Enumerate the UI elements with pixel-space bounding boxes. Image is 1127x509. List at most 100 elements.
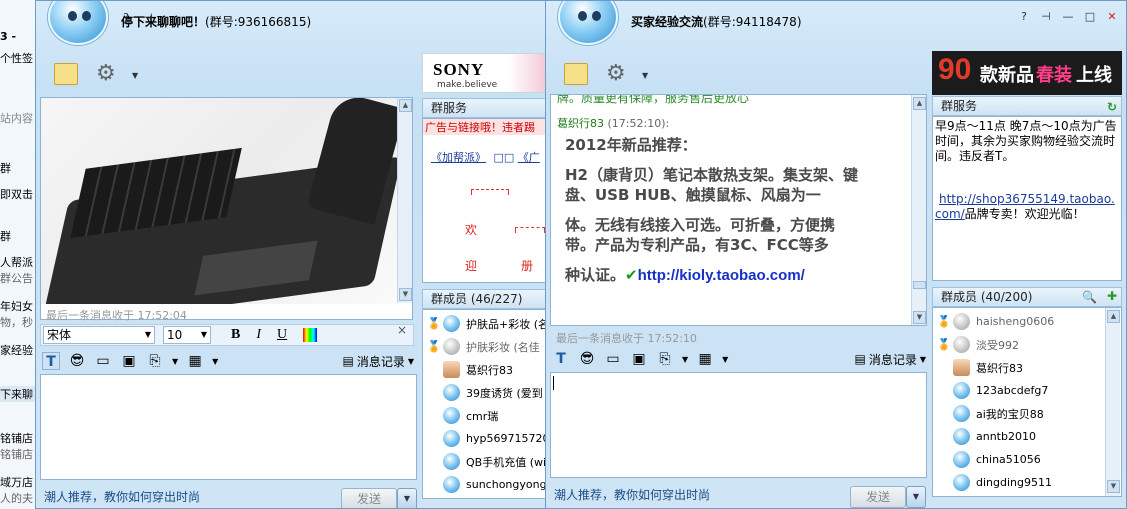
send-button[interactable]: 发送 [341, 488, 397, 508]
add-member-icon[interactable]: ✚ [1107, 287, 1117, 305]
bg-line: 人帮派 [0, 256, 33, 269]
chat-scrollbar[interactable]: ▲ ▼ [911, 95, 926, 325]
close-icon[interactable]: × [397, 323, 407, 337]
color-palette-icon[interactable] [303, 328, 318, 342]
chat-scrollbar[interactable]: ▲ ▼ [397, 98, 412, 303]
member-row[interactable]: 🏅anntb2010 [933, 425, 1121, 448]
emoji-icon[interactable]: 😎 [578, 350, 596, 368]
message-input[interactable] [550, 372, 927, 478]
member-row[interactable]: 🏅 haisheng0606 [933, 310, 1121, 333]
image-icon[interactable]: ▣ [630, 350, 648, 368]
member-name: 葛织行83 [976, 361, 1023, 375]
font-style-icon[interactable]: T [552, 350, 570, 368]
settings-gear-icon[interactable]: ⚙ [96, 63, 120, 85]
sender-name[interactable]: 葛织行83 [557, 117, 604, 130]
member-row[interactable]: 🏅 淡受992 [933, 333, 1121, 356]
scroll-up-icon[interactable]: ▲ [399, 99, 412, 112]
member-scrollbar[interactable]: ▲ ▼ [1105, 308, 1120, 496]
screenshot-icon[interactable]: ▭ [94, 352, 112, 370]
message-line: 种认证。 [565, 266, 626, 284]
group-avatar[interactable] [48, 1, 108, 45]
member-row[interactable]: 🏅葛织行83 [933, 356, 1121, 379]
scroll-up-icon[interactable]: ▲ [1107, 310, 1120, 323]
member-row[interactable]: 🏅china51056 [933, 448, 1121, 471]
emoji-icon[interactable]: 😎 [68, 352, 86, 370]
calendar-icon[interactable]: ▦ [696, 350, 714, 368]
mail-icon[interactable] [564, 63, 588, 85]
member-row[interactable]: 🏅QB手机充值 (wi [423, 450, 545, 473]
member-row[interactable]: 🏅ai我的宝贝88 [933, 402, 1121, 425]
bold-button[interactable]: B [231, 327, 240, 343]
service-panel: 早9点～11点 晚7点～10点为广告时间，其余为买家购物经验交流时间。违反者T。… [932, 116, 1122, 281]
chevron-down-icon[interactable]: ▼ [132, 71, 138, 80]
scroll-up-icon[interactable]: ▲ [913, 97, 926, 110]
member-avatar-icon [443, 315, 460, 332]
background-window: 3 - 个性签 站内容 群 即双击 群 人帮派 群公告 年妇女 物，秒 家经验 … [0, 0, 36, 509]
chat-history[interactable]: ▲ ▼ [40, 97, 413, 320]
underline-button[interactable]: U [277, 327, 287, 343]
scroll-down-icon[interactable]: ▼ [913, 311, 926, 324]
scroll-thumb[interactable] [913, 281, 926, 289]
message-input[interactable] [40, 374, 417, 480]
member-row[interactable]: 🏅sunchongyongl [423, 473, 545, 496]
member-row[interactable]: 🏅123abcdefg7 [933, 379, 1121, 402]
image-icon[interactable]: ▣ [120, 352, 138, 370]
chat-history[interactable]: 牌。质量更有保障，服务售后更放心 葛织行83 (17:52:10): 2012年… [550, 94, 927, 326]
font-family-select[interactable]: 宋体 ▼ [43, 326, 155, 344]
close-icon[interactable]: ✕ [1104, 10, 1120, 24]
ad-banner[interactable]: SONY make.believe [422, 53, 546, 93]
minimize-icon[interactable]: — [1060, 10, 1076, 24]
chevron-down-icon[interactable]: ▼ [212, 357, 218, 366]
mail-icon[interactable] [54, 63, 78, 85]
shake-icon[interactable]: ⎘ [146, 352, 164, 370]
pin-icon[interactable]: ⊣ [140, 11, 156, 25]
send-options-button[interactable]: ▼ [906, 486, 926, 508]
send-button[interactable]: 发送 [850, 486, 906, 508]
shop-link[interactable]: http://kioly.taobao.com/ [638, 267, 805, 284]
member-row[interactable]: 🏅cmr瑞 [423, 404, 545, 427]
member-row[interactable]: 🏅 护肤彩妆 (名佳 [423, 335, 545, 358]
member-row[interactable]: 🏅hyp569715720 [423, 427, 545, 450]
search-icon[interactable]: 🔍 [1082, 288, 1097, 306]
help-icon[interactable]: ? [118, 11, 134, 25]
promo-link[interactable]: 潮人推荐，教你如何穿出时尚 [44, 488, 200, 505]
font-size-select[interactable]: 10 ▼ [163, 326, 211, 344]
member-list[interactable]: 🏅 护肤品+彩妆 (名 🏅 护肤彩妆 (名佳 🏅葛织行83🏅39度诱货 (爱到🏅cmr瑞… [422, 309, 546, 499]
shake-icon[interactable]: ⎘ [656, 350, 674, 368]
calendar-icon[interactable]: ▦ [186, 352, 204, 370]
ad-banner[interactable]: 90 款新品 春装 上线 [932, 51, 1122, 95]
screenshot-icon[interactable]: ▭ [604, 350, 622, 368]
member-row[interactable]: 🏅dingding9511 [933, 471, 1121, 494]
maximize-icon[interactable]: □ [1082, 10, 1098, 24]
scroll-down-icon[interactable]: ▼ [1107, 480, 1120, 493]
member-row[interactable]: 🏅39度诱货 (爱到 [423, 381, 545, 404]
chevron-down-icon[interactable]: ▼ [172, 357, 178, 366]
medal-icon: 🏅 [427, 316, 441, 330]
italic-button[interactable]: I [256, 327, 261, 343]
chevron-down-icon[interactable]: ▼ [722, 355, 728, 364]
member-list[interactable]: 🏅 haisheng0606 🏅 淡受992 🏅葛织行83🏅123abcdefg7🏅ai… [932, 307, 1122, 497]
member-row[interactable]: 🏅 护肤品+彩妆 (名 [423, 312, 545, 335]
chevron-down-icon[interactable]: ▼ [642, 71, 648, 80]
history-label: 消息记录 [868, 352, 917, 367]
help-icon[interactable]: ? [1016, 10, 1032, 24]
member-avatar-icon [953, 428, 970, 445]
service-link[interactable]: 《加帮派》 [431, 151, 486, 164]
history-button[interactable]: ▤ 消息记录 ▼ [342, 353, 414, 370]
service-panel: 广告与链接哦！违者踢 《加帮派》 □□ 《广 欢 迎 册 [422, 118, 546, 283]
service-link[interactable]: 《广 [518, 151, 540, 164]
settings-gear-icon[interactable]: ⚙ [606, 63, 630, 85]
group-number: (群号:936166815) [205, 15, 312, 29]
font-style-icon[interactable]: T [42, 352, 60, 370]
history-button[interactable]: ▤ 消息记录 ▼ [854, 351, 926, 368]
group-avatar[interactable] [558, 1, 618, 45]
refresh-icon[interactable]: ↻ [1107, 98, 1117, 116]
send-options-button[interactable]: ▼ [397, 488, 417, 508]
chevron-down-icon[interactable]: ▼ [682, 355, 688, 364]
scroll-down-icon[interactable]: ▼ [399, 288, 412, 301]
promo-link[interactable]: 潮人推荐，教你如何穿出时尚 [554, 486, 710, 503]
pin-icon[interactable]: ⊣ [1038, 10, 1054, 24]
member-row[interactable]: 🏅葛织行83 [423, 358, 545, 381]
message-line: 体。无线有线接入可选。可折叠，方便携 [565, 216, 836, 234]
bg-line: 群 [0, 230, 11, 243]
